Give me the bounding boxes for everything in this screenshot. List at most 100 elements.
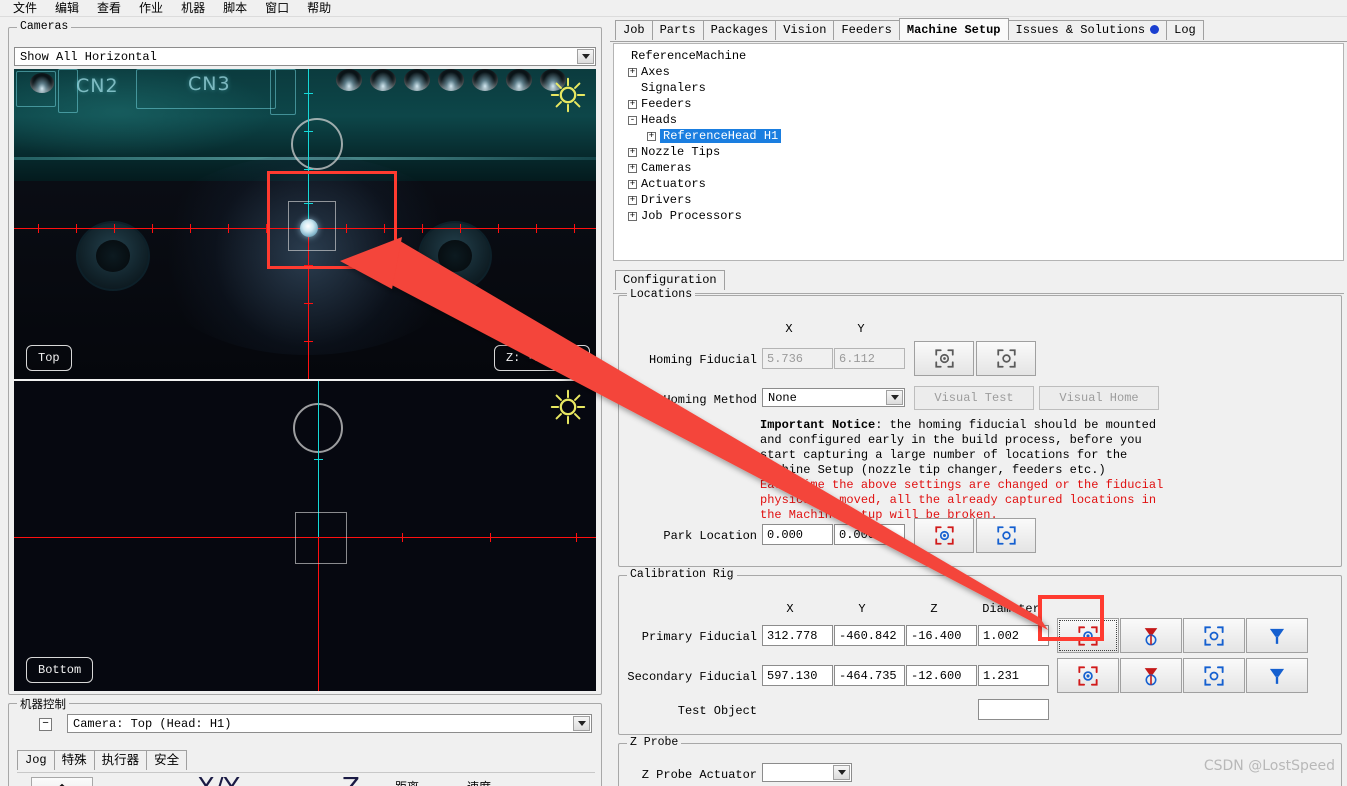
tab-actuators[interactable]: 执行器 (93, 750, 148, 770)
menu-item-help[interactable]: 帮助 (298, 1, 340, 16)
tree-row[interactable]: + Drivers (618, 192, 1343, 208)
tab-issues-label: Issues & Solutions (1015, 23, 1146, 37)
move-to-primary-fiducial-button[interactable] (1183, 618, 1245, 653)
visual-home-button[interactable]: Visual Home (1039, 386, 1159, 410)
tab-jog[interactable]: Jog (17, 750, 55, 770)
capture-secondary-fiducial-button[interactable] (1057, 658, 1119, 693)
notice-header: Important Notice (760, 418, 876, 432)
menu-item-file[interactable]: 文件 (4, 1, 46, 16)
primary-fiducial-z-field[interactable]: -16.400 (906, 625, 977, 646)
important-notice-text: Important Notice: the homing fiducial sh… (760, 418, 1163, 523)
secondary-fiducial-y-field[interactable]: -464.735 (834, 665, 905, 686)
tree-row[interactable]: - Heads (618, 112, 1343, 128)
tree-row[interactable]: + Nozzle Tips (618, 144, 1343, 160)
camera-layout-select[interactable]: Show All Horizontal (14, 47, 596, 66)
tree-row[interactable]: + Axes (618, 64, 1343, 80)
light-on-icon[interactable] (550, 77, 586, 113)
menu-item-script[interactable]: 脚本 (214, 1, 256, 16)
homing-fiducial-x-field[interactable]: 5.736 (762, 348, 833, 369)
menu-item-window[interactable]: 窗口 (256, 1, 298, 16)
head-camera-select[interactable]: Camera: Top (Head: H1) (67, 714, 592, 733)
capture-homing-fiducial-button[interactable] (914, 341, 974, 376)
expander-icon[interactable]: - (628, 115, 637, 125)
reticle-tick (152, 224, 153, 233)
homing-fiducial-label: Homing Fiducial (648, 353, 757, 367)
expander-icon[interactable]: + (628, 67, 637, 77)
primary-fiducial-y-field[interactable]: -460.842 (834, 625, 905, 646)
move-to-park-location-button[interactable] (976, 518, 1036, 553)
park-location-x-field[interactable]: 0.000 (762, 524, 833, 545)
chevron-down-icon[interactable] (573, 716, 590, 731)
tab-issues-and-solutions[interactable]: Issues & Solutions (1007, 20, 1168, 40)
reticle-tick (304, 169, 313, 170)
chevron-down-icon[interactable] (833, 765, 850, 780)
test-object-field[interactable] (978, 699, 1049, 720)
tree-row[interactable]: + Cameras (618, 160, 1343, 176)
tab-job[interactable]: Job (615, 20, 653, 40)
primary-fiducial-diameter-field[interactable]: 1.002 (978, 625, 1049, 646)
tab-log[interactable]: Log (1166, 20, 1204, 40)
secondary-fiducial-x-field[interactable]: 597.130 (762, 665, 833, 686)
menu-item-edit[interactable]: 编辑 (46, 1, 88, 16)
tree-row[interactable]: + Feeders (618, 96, 1343, 112)
visual-test-button[interactable]: Visual Test (914, 386, 1034, 410)
chevron-down-icon[interactable] (577, 49, 594, 64)
expander-icon[interactable]: + (628, 147, 637, 157)
homing-method-select[interactable]: None (762, 388, 905, 407)
menu-item-job[interactable]: 作业 (130, 1, 172, 16)
tree-row[interactable]: + Job Processors (618, 208, 1343, 224)
park-location-y-field[interactable]: 0.000 (834, 524, 905, 545)
tab-machine-setup[interactable]: Machine Setup (898, 18, 1009, 40)
camera-view-top[interactable]: CN2 CN3 Top Z: -16.400 (14, 69, 596, 379)
expander-icon[interactable]: + (628, 99, 637, 109)
tree-row-selected[interactable]: + ReferenceHead H1 (618, 128, 1343, 144)
home-button[interactable] (31, 777, 93, 786)
camera-layout-select-value: Show All Horizontal (20, 49, 157, 64)
capture-park-location-button[interactable] (914, 518, 974, 553)
secondary-fiducial-diameter-field[interactable]: 1.231 (978, 665, 1049, 686)
expander-icon[interactable]: + (628, 179, 637, 189)
chevron-down-icon[interactable] (886, 390, 903, 405)
move-to-homing-fiducial-button[interactable] (976, 341, 1036, 376)
expander-icon[interactable]: + (647, 131, 656, 141)
menu-item-view[interactable]: 查看 (88, 1, 130, 16)
move-to-secondary-fiducial-button[interactable] (1183, 658, 1245, 693)
tab-parts[interactable]: Parts (651, 20, 704, 40)
camera-top-label-button[interactable]: Top (26, 345, 72, 371)
expander-icon[interactable]: + (628, 163, 637, 173)
expander-icon[interactable]: + (628, 195, 637, 205)
collapse-toggle[interactable]: − (39, 718, 52, 731)
secondary-fiducial-z-field[interactable]: -12.600 (906, 665, 977, 686)
machine-tree[interactable]: ReferenceMachine + Axes Signalers + Feed… (613, 43, 1344, 261)
capture-primary-fiducial-button[interactable] (1057, 618, 1119, 653)
probe-secondary-fiducial-button[interactable] (1120, 658, 1182, 693)
homing-fiducial-y-field[interactable]: 6.112 (834, 348, 905, 369)
tree-row[interactable]: ReferenceMachine (618, 48, 1343, 64)
menu-item-machine[interactable]: 机器 (172, 1, 214, 16)
tab-feeders[interactable]: Feeders (833, 20, 900, 40)
column-header-x: X (786, 602, 794, 616)
expander-icon[interactable]: + (628, 211, 637, 221)
tree-row[interactable]: Signalers (618, 80, 1343, 96)
camera-bottom-label-button[interactable]: Bottom (26, 657, 94, 683)
primary-fiducial-nozzle-button[interactable] (1246, 618, 1308, 653)
position-camera-icon (1204, 625, 1224, 646)
reticle-tick (190, 224, 191, 233)
tab-configuration[interactable]: Configuration (615, 270, 725, 290)
tab-packages[interactable]: Packages (702, 20, 777, 40)
tab-special[interactable]: 特殊 (53, 750, 95, 770)
camera-view-bottom[interactable]: Bottom (14, 381, 596, 691)
nozzle-tip-icon (1269, 628, 1285, 644)
primary-fiducial-x-field[interactable]: 312.778 (762, 625, 833, 646)
secondary-fiducial-nozzle-button[interactable] (1246, 658, 1308, 693)
probe-primary-fiducial-button[interactable] (1120, 618, 1182, 653)
capture-camera-icon (1078, 625, 1098, 646)
z-probe-actuator-select[interactable] (762, 763, 852, 782)
watermark: CSDN @LostSpeed (1203, 758, 1335, 774)
light-on-icon[interactable] (550, 389, 586, 425)
tab-vision[interactable]: Vision (775, 20, 835, 40)
tab-safety[interactable]: 安全 (146, 750, 188, 770)
jog-xy-label: X/Y (197, 773, 239, 786)
column-header-diameter: Diameter (982, 602, 1040, 616)
tree-row[interactable]: + Actuators (618, 176, 1343, 192)
